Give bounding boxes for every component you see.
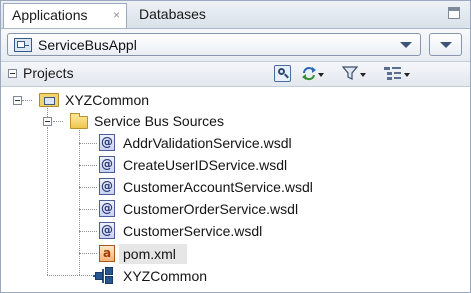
dropdown-arrow-icon bbox=[318, 73, 324, 77]
file-label: CustomerAccountService.wsdl bbox=[123, 179, 313, 195]
navigator-options-icon[interactable] bbox=[383, 65, 410, 82]
tab-applications-label: Applications bbox=[12, 7, 88, 23]
chevron-down-icon bbox=[400, 42, 412, 48]
dropdown-arrow-icon bbox=[360, 73, 366, 77]
application-selector-row: ServiceBusAppl bbox=[1, 29, 470, 62]
find-icon[interactable] bbox=[274, 65, 291, 82]
tab-databases-label: Databases bbox=[139, 6, 206, 22]
tree-node-label: XYZCommon bbox=[65, 92, 150, 108]
projects-title: Projects bbox=[23, 65, 74, 81]
tree-connector bbox=[79, 187, 97, 188]
projects-panel-header: Projects bbox=[1, 62, 470, 87]
wsdl-icon: @ bbox=[99, 178, 115, 195]
dropdown-arrow-icon bbox=[404, 73, 410, 77]
wsdl-icon: @ bbox=[99, 222, 115, 239]
tree-connector bbox=[53, 121, 63, 122]
tab-applications[interactable]: Applications × bbox=[3, 3, 127, 28]
tree-connector bbox=[47, 127, 48, 275]
application-select-value: ServiceBusAppl bbox=[38, 37, 137, 53]
project-structure-icon bbox=[93, 267, 115, 285]
collapse-node-icon[interactable] bbox=[13, 96, 22, 105]
wsdl-icon: @ bbox=[99, 156, 115, 173]
filter-icon[interactable] bbox=[341, 65, 366, 82]
tree-connector bbox=[47, 275, 92, 276]
file-label: CustomerService.wsdl bbox=[123, 223, 263, 239]
maximize-window-icon[interactable] bbox=[448, 7, 460, 19]
pom-xml-icon: a bbox=[99, 245, 115, 262]
file-label: pom.xml bbox=[123, 246, 176, 262]
tree-connector bbox=[79, 253, 97, 254]
close-tab-icon[interactable]: × bbox=[113, 4, 120, 27]
tree-connector bbox=[22, 100, 32, 101]
project-tree: XYZCommon Service Bus Sources @ AddrVali… bbox=[1, 87, 470, 292]
tree-connector bbox=[79, 143, 97, 144]
tree-node-label: Service Bus Sources bbox=[94, 113, 224, 129]
tree-connector bbox=[79, 165, 97, 166]
project-folder-icon bbox=[39, 93, 59, 107]
file-label: AddrValidationService.wsdl bbox=[123, 135, 292, 151]
tab-strip: Applications × Databases bbox=[1, 1, 470, 29]
collapse-node-icon[interactable] bbox=[43, 117, 52, 126]
wsdl-icon: @ bbox=[99, 200, 115, 217]
tree-node-label: XYZCommon bbox=[123, 268, 208, 284]
application-icon bbox=[14, 38, 32, 52]
tab-databases[interactable]: Databases bbox=[131, 3, 251, 28]
sync-icon[interactable] bbox=[301, 65, 324, 82]
applications-window: Applications × Databases ServiceBusAppl … bbox=[0, 0, 471, 293]
wsdl-icon: @ bbox=[99, 134, 115, 151]
collapse-projects-icon[interactable] bbox=[8, 69, 17, 78]
tree-connector bbox=[79, 209, 97, 210]
file-label: CustomerOrderService.wsdl bbox=[123, 201, 299, 217]
tree-connector bbox=[79, 231, 97, 232]
file-label: CreateUserIDService.wsdl bbox=[123, 157, 288, 173]
application-menu-button[interactable] bbox=[429, 33, 462, 56]
chevron-down-icon bbox=[440, 42, 452, 48]
application-select[interactable]: ServiceBusAppl bbox=[7, 33, 421, 56]
folder-icon bbox=[70, 113, 88, 129]
